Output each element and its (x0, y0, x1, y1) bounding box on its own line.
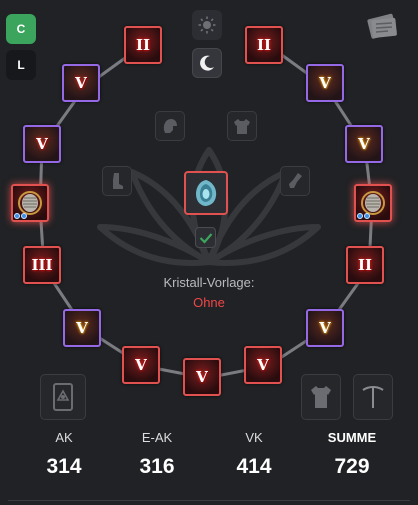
costume-button[interactable] (301, 374, 341, 420)
stat-value: 314 (46, 455, 82, 478)
stat-summe: SUMME 729 (310, 430, 394, 479)
slot-rank: V (319, 318, 331, 337)
moon-icon (200, 55, 214, 71)
sun-icon (198, 16, 216, 34)
tool-button[interactable] (353, 374, 393, 420)
rune-book-button[interactable] (40, 374, 86, 420)
notes-icon[interactable] (366, 12, 400, 40)
slot-rank: V (358, 134, 370, 153)
day-toggle[interactable] (192, 10, 222, 40)
slot-rank: V (36, 134, 48, 153)
stat-label: AK (55, 430, 73, 445)
stat-ak: AK 314 (22, 430, 106, 479)
gear-slot-left-2[interactable]: V (62, 64, 100, 102)
stats-row: AK 314 E-AK 316 VK 414 SUMME 729 (0, 430, 418, 490)
stat-vk: VK 414 (212, 430, 296, 479)
socket-dots (14, 213, 27, 219)
stat-value: 729 (334, 455, 370, 478)
crystal-checkbox[interactable] (195, 227, 216, 248)
divider (8, 500, 410, 501)
gear-slot-right-7[interactable]: V (244, 346, 282, 384)
gear-slot-left-6[interactable]: V (63, 309, 101, 347)
stat-label: SUMME (327, 430, 377, 445)
stat-label: E-AK (141, 430, 173, 445)
book-icon (53, 383, 73, 411)
costume-icon (311, 386, 331, 408)
gloves-icon (289, 173, 302, 188)
pickaxe-icon (362, 386, 384, 408)
gear-slot-left-7[interactable]: V (122, 346, 160, 384)
slot-rank: II (357, 255, 373, 274)
gloves-slot[interactable] (280, 166, 310, 196)
stat-e-ak: E-AK 316 (115, 430, 199, 479)
gear-slot-left-3[interactable]: V (23, 125, 61, 163)
gear-slot-left-5[interactable]: III (23, 246, 61, 284)
slot-rank: III (31, 255, 53, 274)
crystal-gem-icon (196, 180, 217, 206)
slot-rank: V (75, 73, 87, 92)
slot-rank: V (319, 73, 331, 92)
stat-label: VK (245, 430, 263, 445)
helmet-slot[interactable] (155, 111, 185, 141)
gear-slot-right-6[interactable]: V (306, 309, 344, 347)
level-l-button[interactable]: L (6, 50, 36, 80)
slot-rank: V (135, 355, 147, 374)
crystal-template-value[interactable]: Ohne (0, 295, 418, 310)
boots-icon (113, 173, 123, 189)
boots-slot[interactable] (102, 166, 132, 196)
armor-icon (234, 119, 250, 134)
gear-slot-right-3[interactable]: V (345, 125, 383, 163)
armor-slot[interactable] (227, 111, 257, 141)
gear-slot-left-4[interactable] (11, 184, 49, 222)
slot-rank: II (135, 35, 151, 54)
stat-value: 414 (236, 455, 272, 478)
stat-value: 316 (139, 455, 175, 478)
gear-slot-bottom[interactable]: V (183, 358, 221, 396)
night-toggle[interactable] (192, 48, 222, 78)
helmet-icon (163, 119, 177, 133)
slot-rank: V (196, 367, 208, 386)
gear-slot-left-1[interactable]: II (124, 26, 162, 64)
socket-dots (357, 213, 370, 219)
slot-rank: V (76, 318, 88, 337)
check-icon (199, 232, 212, 244)
slot-rank: V (257, 355, 269, 374)
gear-slot-right-2[interactable]: V (306, 64, 344, 102)
gear-slot-right-5[interactable]: II (346, 246, 384, 284)
crystal-slot[interactable] (184, 171, 228, 215)
gear-slot-right-1[interactable]: II (245, 26, 283, 64)
slot-rank: II (256, 35, 272, 54)
mode-c-button[interactable]: C (6, 14, 36, 44)
gear-slot-right-4[interactable] (354, 184, 392, 222)
